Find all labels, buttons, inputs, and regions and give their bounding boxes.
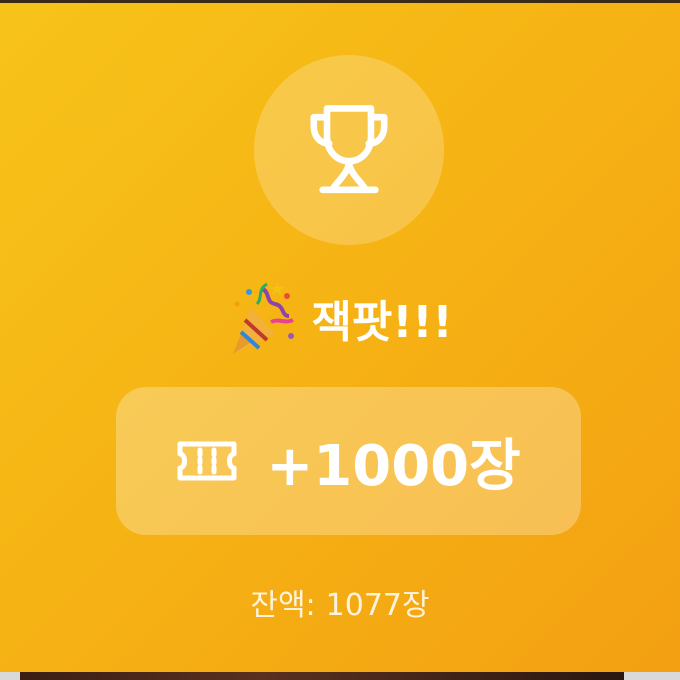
trophy-badge <box>254 55 444 245</box>
jackpot-heading: 잭팟!!! <box>0 278 680 358</box>
top-divider <box>0 0 680 3</box>
jackpot-result-card: 잭팟!!! +1000장 잔액: 1077장 <box>0 0 680 672</box>
jackpot-title: 잭팟!!! <box>311 297 453 348</box>
ticket-icon <box>176 440 238 482</box>
balance-label: 잔액: <box>250 588 316 623</box>
balance-line: 잔액: 1077장 <box>0 580 680 624</box>
trophy-icon <box>294 93 404 207</box>
party-popper-icon <box>227 278 297 358</box>
next-content-preview <box>20 672 624 680</box>
balance-value: 1077장 <box>325 588 430 623</box>
reward-amount: +1000장 <box>266 433 521 499</box>
reward-box: +1000장 <box>116 387 581 535</box>
